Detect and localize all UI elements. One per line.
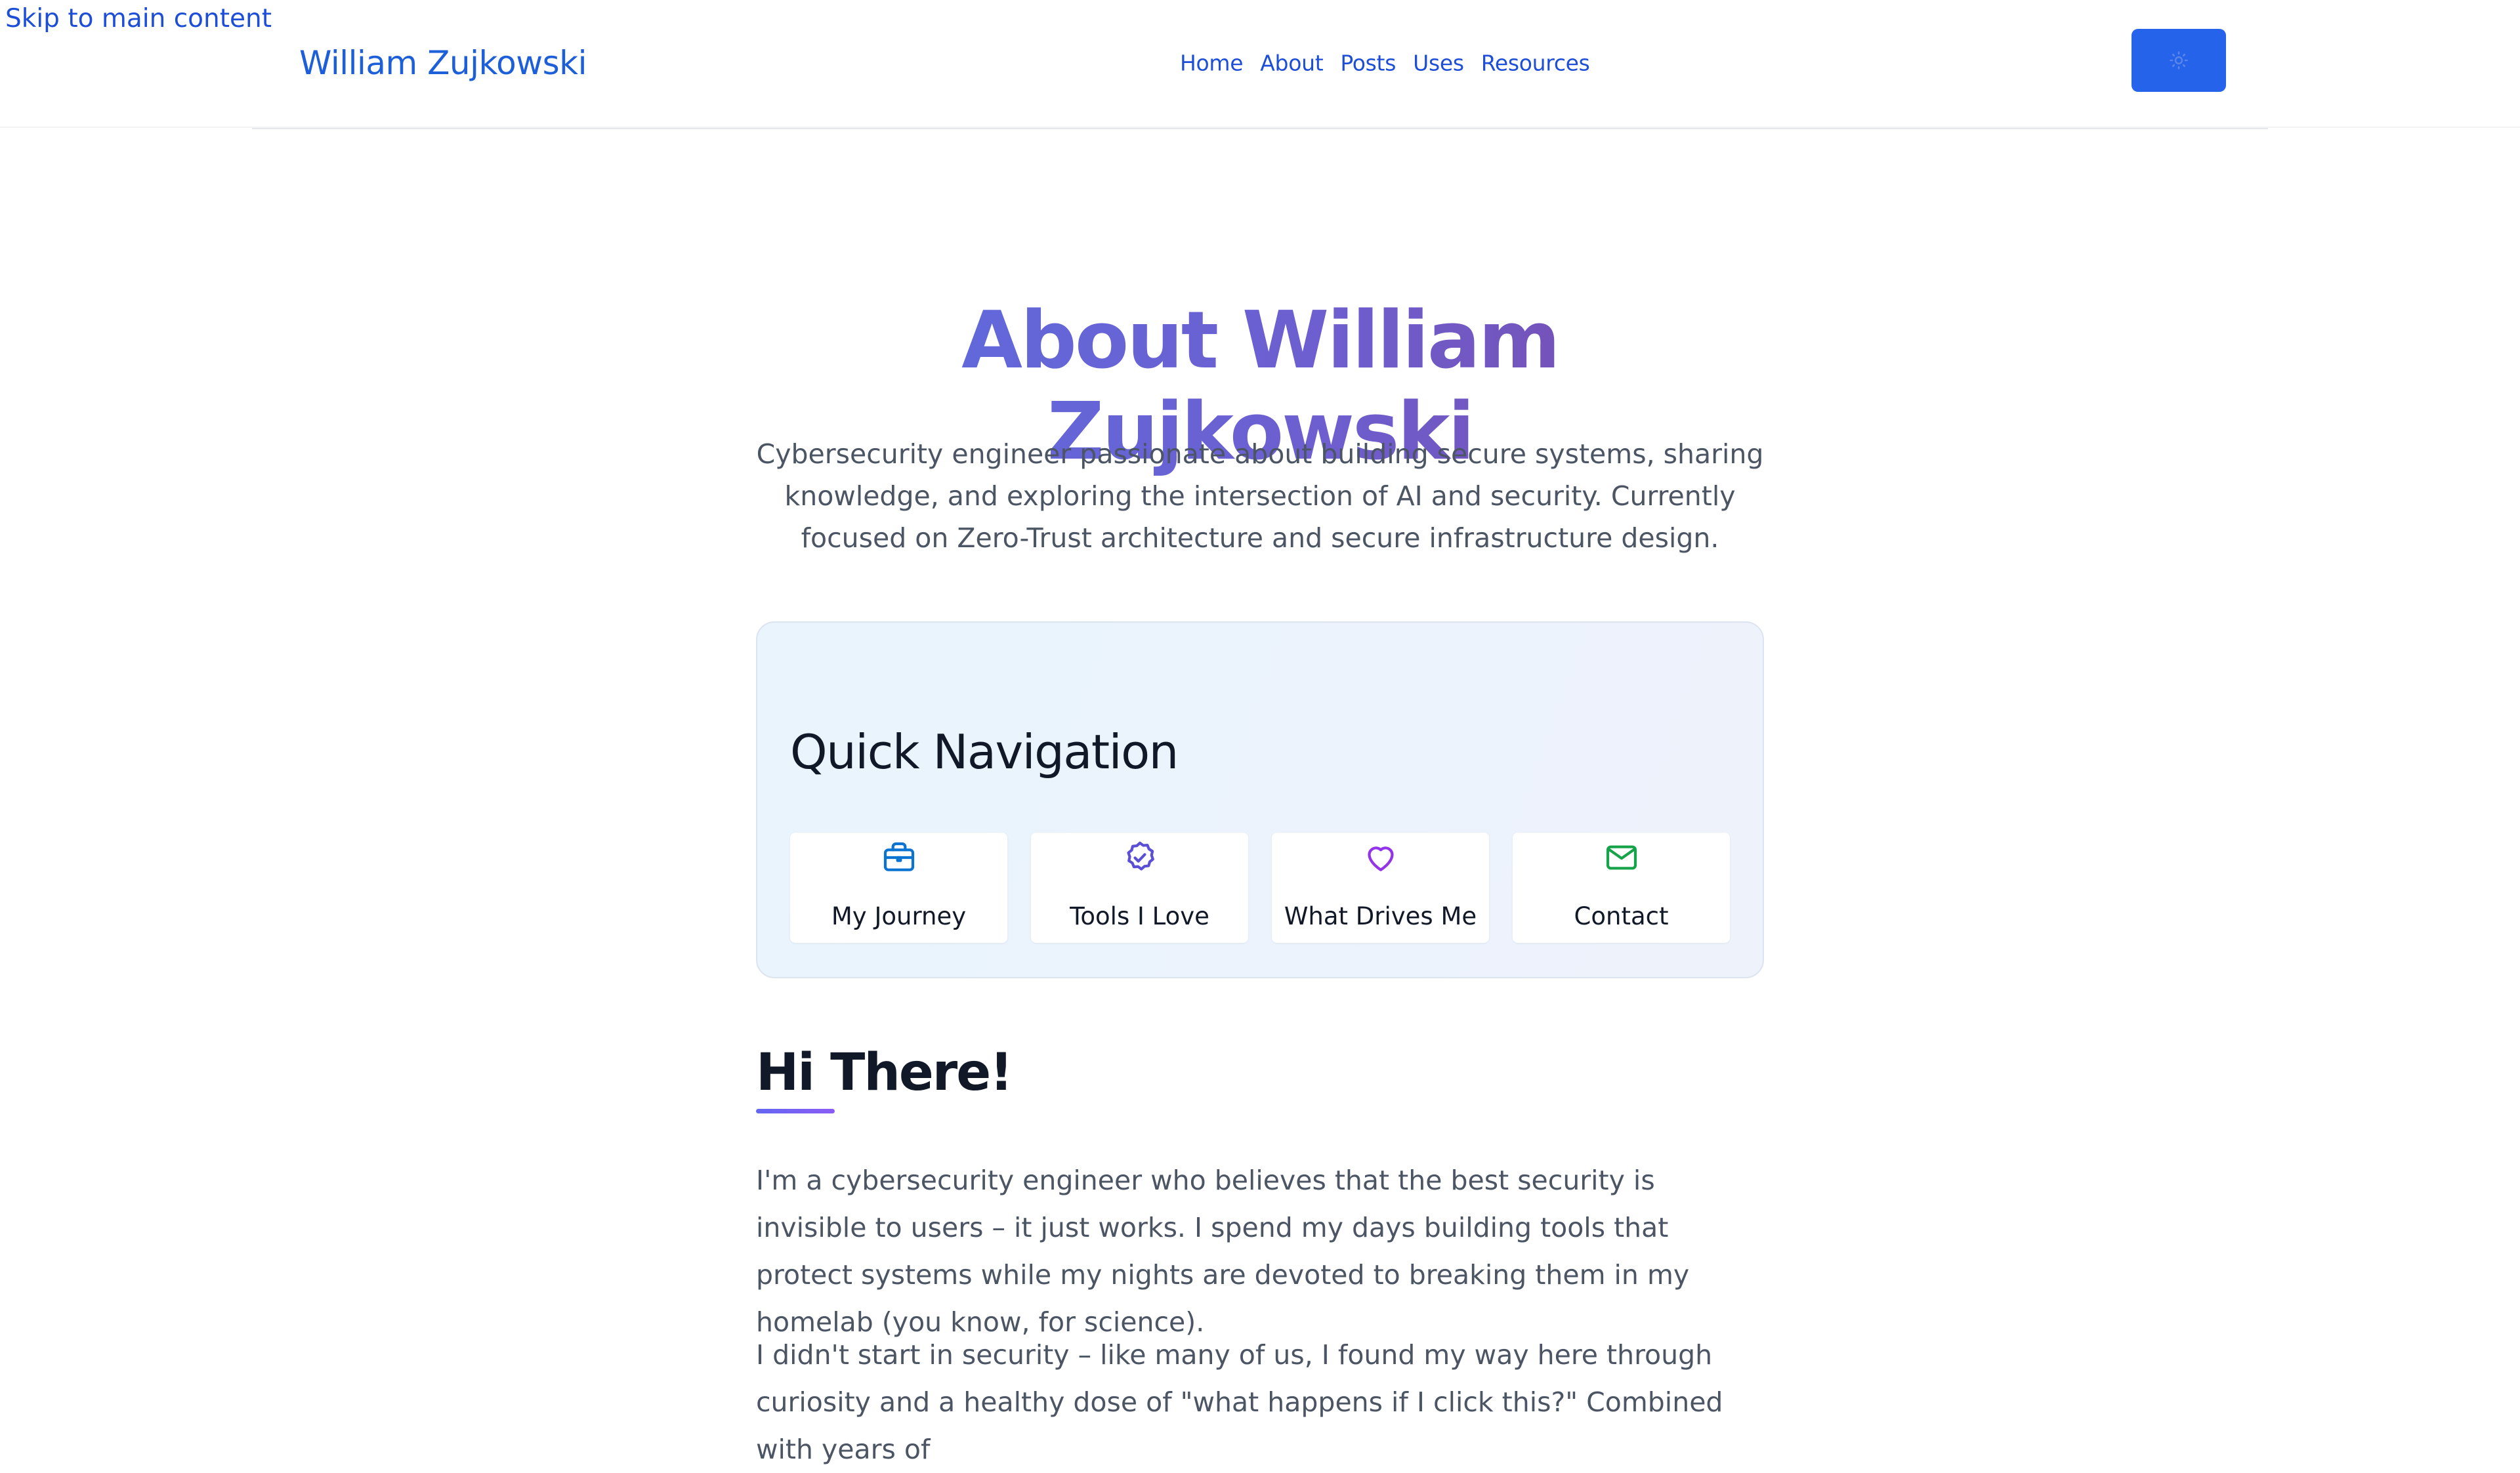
nav-link-resources[interactable]: Resources [1481, 51, 1590, 76]
quick-nav-contact[interactable]: Contact [1513, 833, 1730, 943]
background-paragraph: I didn't start in security – like many o… [756, 1339, 1723, 1465]
theme-toggle-button[interactable] [2132, 29, 2226, 92]
quick-navigation-panel: Quick Navigation My Journey Tools I Love… [756, 621, 1764, 978]
header-divider [0, 127, 2520, 128]
quick-nav-label: Contact [1574, 902, 1669, 930]
header-container: William Zujkowski Home About Posts Uses … [252, 0, 2268, 129]
page-intro: Cybersecurity engineer passionate about … [756, 438, 1764, 554]
nav-link-home[interactable]: Home [1180, 51, 1244, 76]
nav-link-posts[interactable]: Posts [1340, 51, 1396, 76]
quick-navigation-title: Quick Navigation [790, 724, 1179, 779]
quick-nav-label: What Drives Me [1284, 902, 1477, 930]
nav-link-about[interactable]: About [1260, 51, 1323, 76]
briefcase-icon [879, 838, 919, 877]
nav-link-uses[interactable]: Uses [1413, 51, 1464, 76]
quick-nav-label: My Journey [831, 902, 967, 930]
section-title-underline [756, 1109, 835, 1113]
site-brand-link[interactable]: William Zujkowski [299, 44, 587, 82]
sun-icon [2169, 51, 2189, 70]
section-title: Hi There! [756, 1043, 1013, 1102]
site-header: William Zujkowski Home About Posts Uses … [0, 0, 2520, 129]
heart-icon [1361, 838, 1400, 877]
quick-nav-label: Tools I Love [1070, 902, 1209, 930]
mail-icon [1602, 838, 1641, 877]
quick-nav-tools-i-love[interactable]: Tools I Love [1031, 833, 1248, 943]
intro-paragraph: I'm a cybersecurity engineer who believe… [756, 1165, 1690, 1338]
quick-nav-cards: My Journey Tools I Love What Drives Me C… [790, 833, 1730, 943]
main-nav: Home About Posts Uses Resources [1180, 51, 1590, 76]
quick-nav-what-drives-me[interactable]: What Drives Me [1272, 833, 1489, 943]
badge-check-icon [1120, 838, 1160, 877]
quick-nav-my-journey[interactable]: My Journey [790, 833, 1007, 943]
